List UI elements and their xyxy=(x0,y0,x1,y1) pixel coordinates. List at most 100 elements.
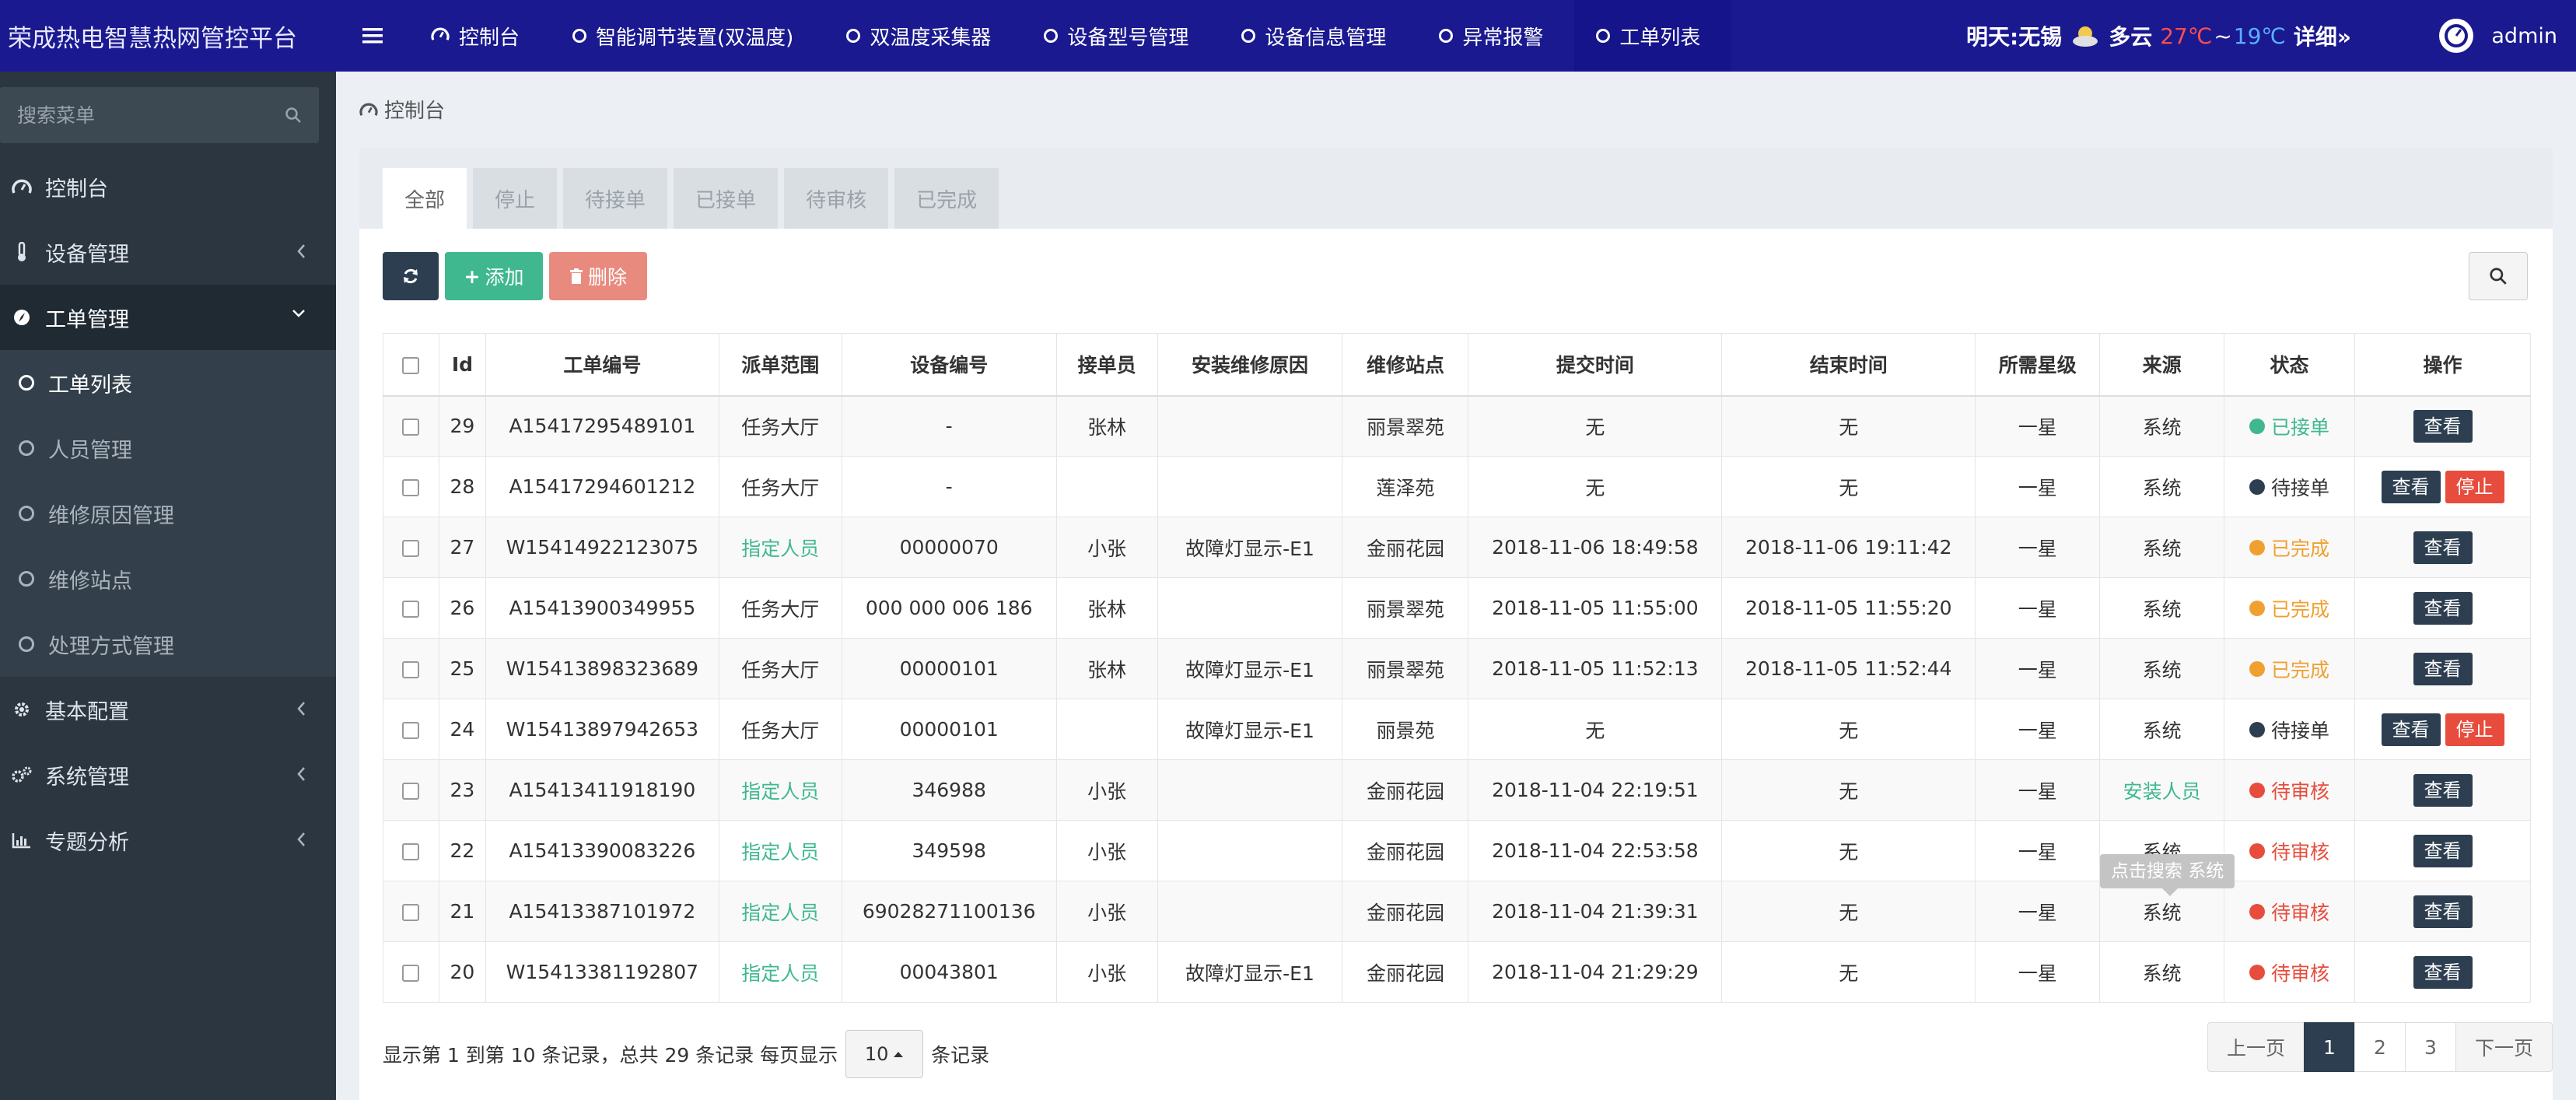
add-button[interactable]: + 添加 xyxy=(445,252,543,300)
cell-station: 丽景翠苑 xyxy=(1342,577,1469,639)
search-icon[interactable] xyxy=(285,107,302,124)
row-select-cell[interactable] xyxy=(383,699,439,760)
cell-scope: 任务大厅 xyxy=(718,699,842,760)
sidebar-search-input[interactable] xyxy=(17,103,285,127)
column-header: 派单范围 xyxy=(718,333,842,397)
view-button[interactable]: 查看 xyxy=(2413,773,2473,807)
view-button[interactable]: 查看 xyxy=(2413,955,2473,989)
row-checkbox[interactable] xyxy=(402,843,420,860)
refresh-button[interactable] xyxy=(383,252,439,300)
page-button-1[interactable]: 1 xyxy=(2303,1022,2355,1072)
sidebar-item-dashboard[interactable]: 控制台 xyxy=(0,154,336,219)
row-select-cell[interactable] xyxy=(383,881,439,942)
weather-high: 27℃ xyxy=(2160,23,2213,49)
status-dot-icon xyxy=(2249,539,2266,555)
row-checkbox[interactable] xyxy=(402,904,420,921)
row-checkbox[interactable] xyxy=(402,540,420,557)
row-checkbox[interactable] xyxy=(402,783,420,800)
sidebar-item-system-management[interactable]: 系统管理 xyxy=(0,742,336,807)
view-button[interactable]: 查看 xyxy=(2413,895,2473,928)
tab-4[interactable]: 待审核 xyxy=(784,168,889,229)
stop-button[interactable]: 停止 xyxy=(2445,713,2504,746)
cell-device: - xyxy=(841,395,1057,457)
weather-widget[interactable]: 明天: 无锡 多云 27℃ ~ 19℃ 详细» xyxy=(1966,0,2351,72)
sidebar-toggle-button[interactable] xyxy=(336,0,409,72)
user-menu[interactable]: admin xyxy=(2437,0,2557,72)
status-dot-icon xyxy=(2249,843,2266,859)
view-button[interactable]: 查看 xyxy=(2413,591,2473,625)
cell-status: 待审核 xyxy=(2224,941,2355,1003)
sidebar-item-label: 系统管理 xyxy=(45,765,129,790)
sidebar-subitem-handling-method[interactable]: 处理方式管理 xyxy=(0,611,336,677)
view-button[interactable]: 查看 xyxy=(2413,531,2473,564)
page-button-3[interactable]: 3 xyxy=(2404,1022,2456,1072)
tab-5[interactable]: 已完成 xyxy=(894,168,999,229)
row-select-cell[interactable] xyxy=(383,759,439,821)
view-button[interactable]: 查看 xyxy=(2413,409,2473,443)
sidebar-subitem-repair-station[interactable]: 维修站点 xyxy=(0,546,336,611)
topnav-item-4[interactable]: 设备信息管理 xyxy=(1220,0,1417,72)
page-size-select[interactable]: 10 xyxy=(845,1030,924,1078)
sidebar-item-workorder-management[interactable]: 工单管理 xyxy=(0,285,336,350)
view-button[interactable]: 查看 xyxy=(2381,470,2441,503)
row-select-cell[interactable] xyxy=(383,517,439,578)
topnav-item-1[interactable]: 智能调节装置(双温度) xyxy=(551,0,824,72)
next-page-button[interactable]: 下一页 xyxy=(2455,1022,2553,1072)
status-label: 待审核 xyxy=(2271,779,2330,803)
row-checkbox[interactable] xyxy=(402,661,420,678)
topnav-item-label: 智能调节装置(双温度) xyxy=(596,26,794,50)
cell-status: 已完成 xyxy=(2224,638,2355,699)
tab-3[interactable]: 已接单 xyxy=(674,168,779,229)
tab-0[interactable]: 全部 xyxy=(383,168,467,229)
row-select-cell[interactable] xyxy=(383,395,439,457)
row-select-cell[interactable] xyxy=(383,577,439,639)
stop-button[interactable]: 停止 xyxy=(2445,470,2504,503)
cell-star: 一星 xyxy=(1975,699,2101,760)
row-select-cell[interactable] xyxy=(383,820,439,881)
circle-icon xyxy=(19,571,34,587)
page-button-2[interactable]: 2 xyxy=(2354,1022,2406,1072)
row-select-cell[interactable] xyxy=(383,638,439,699)
topnav-item-0[interactable]: 控制台 xyxy=(409,0,551,72)
sidebar-subitem-staff-management[interactable]: 人员管理 xyxy=(0,415,336,481)
view-button[interactable]: 查看 xyxy=(2413,834,2473,867)
cell-star: 一星 xyxy=(1975,395,2101,457)
status-label: 待审核 xyxy=(2271,840,2330,864)
sidebar-subitem-repair-reason[interactable]: 维修原因管理 xyxy=(0,481,336,546)
row-select-cell[interactable] xyxy=(383,456,439,517)
view-button[interactable]: 查看 xyxy=(2413,652,2473,685)
cell-reason: 故障灯显示-E1 xyxy=(1157,699,1343,760)
weather-detail-link[interactable]: 详细» xyxy=(2294,20,2351,51)
sidebar-item-topic-analysis[interactable]: 专题分析 xyxy=(0,807,336,873)
row-checkbox[interactable] xyxy=(402,722,420,739)
sidebar-item-basic-config[interactable]: 基本配置 xyxy=(0,677,336,742)
cell-submit: 2018-11-05 11:52:13 xyxy=(1468,638,1723,699)
select-all-checkbox[interactable] xyxy=(402,356,420,374)
row-checkbox[interactable] xyxy=(402,419,420,436)
row-checkbox[interactable] xyxy=(402,965,420,982)
tab-2[interactable]: 待接单 xyxy=(563,168,668,229)
row-select-cell[interactable] xyxy=(383,941,439,1003)
prev-page-button[interactable]: 上一页 xyxy=(2207,1022,2305,1072)
table-row: 29 A15417295489101 任务大厅 - 张林 丽景翠苑无无一星 系统 已接单 查看 xyxy=(383,395,2531,457)
cell-status: 待审核 xyxy=(2224,759,2355,821)
table-search-button[interactable] xyxy=(2469,252,2528,300)
column-header: 安装维修原因 xyxy=(1157,333,1343,397)
tab-1[interactable]: 停止 xyxy=(473,168,558,229)
topnav-item-2[interactable]: 双温度采集器 xyxy=(824,0,1022,72)
row-checkbox[interactable] xyxy=(402,601,420,618)
cell-source: 系统 xyxy=(2099,577,2225,639)
cell-star: 一星 xyxy=(1975,881,2101,942)
topnav-item-5[interactable]: 异常报警 xyxy=(1417,0,1574,72)
sidebar-subitem-workorder-list[interactable]: 工单列表 xyxy=(0,350,336,415)
topnav-item-3[interactable]: 设备型号管理 xyxy=(1022,0,1220,72)
sidebar-item-label: 基本配置 xyxy=(45,699,129,724)
breadcrumb-label[interactable]: 控制台 xyxy=(384,95,445,124)
view-button[interactable]: 查看 xyxy=(2381,713,2441,746)
select-all-cell[interactable] xyxy=(383,333,439,397)
row-checkbox[interactable] xyxy=(402,479,420,496)
delete-button[interactable]: 删除 xyxy=(549,252,647,300)
sidebar-menu: 控制台 设备管理 工单管理 工单列表 人员管理 维修原因管理 维修站点 处理方式… xyxy=(0,154,336,873)
topnav-item-6[interactable]: 工单列表 xyxy=(1574,0,1732,72)
sidebar-item-device-management[interactable]: 设备管理 xyxy=(0,219,336,285)
